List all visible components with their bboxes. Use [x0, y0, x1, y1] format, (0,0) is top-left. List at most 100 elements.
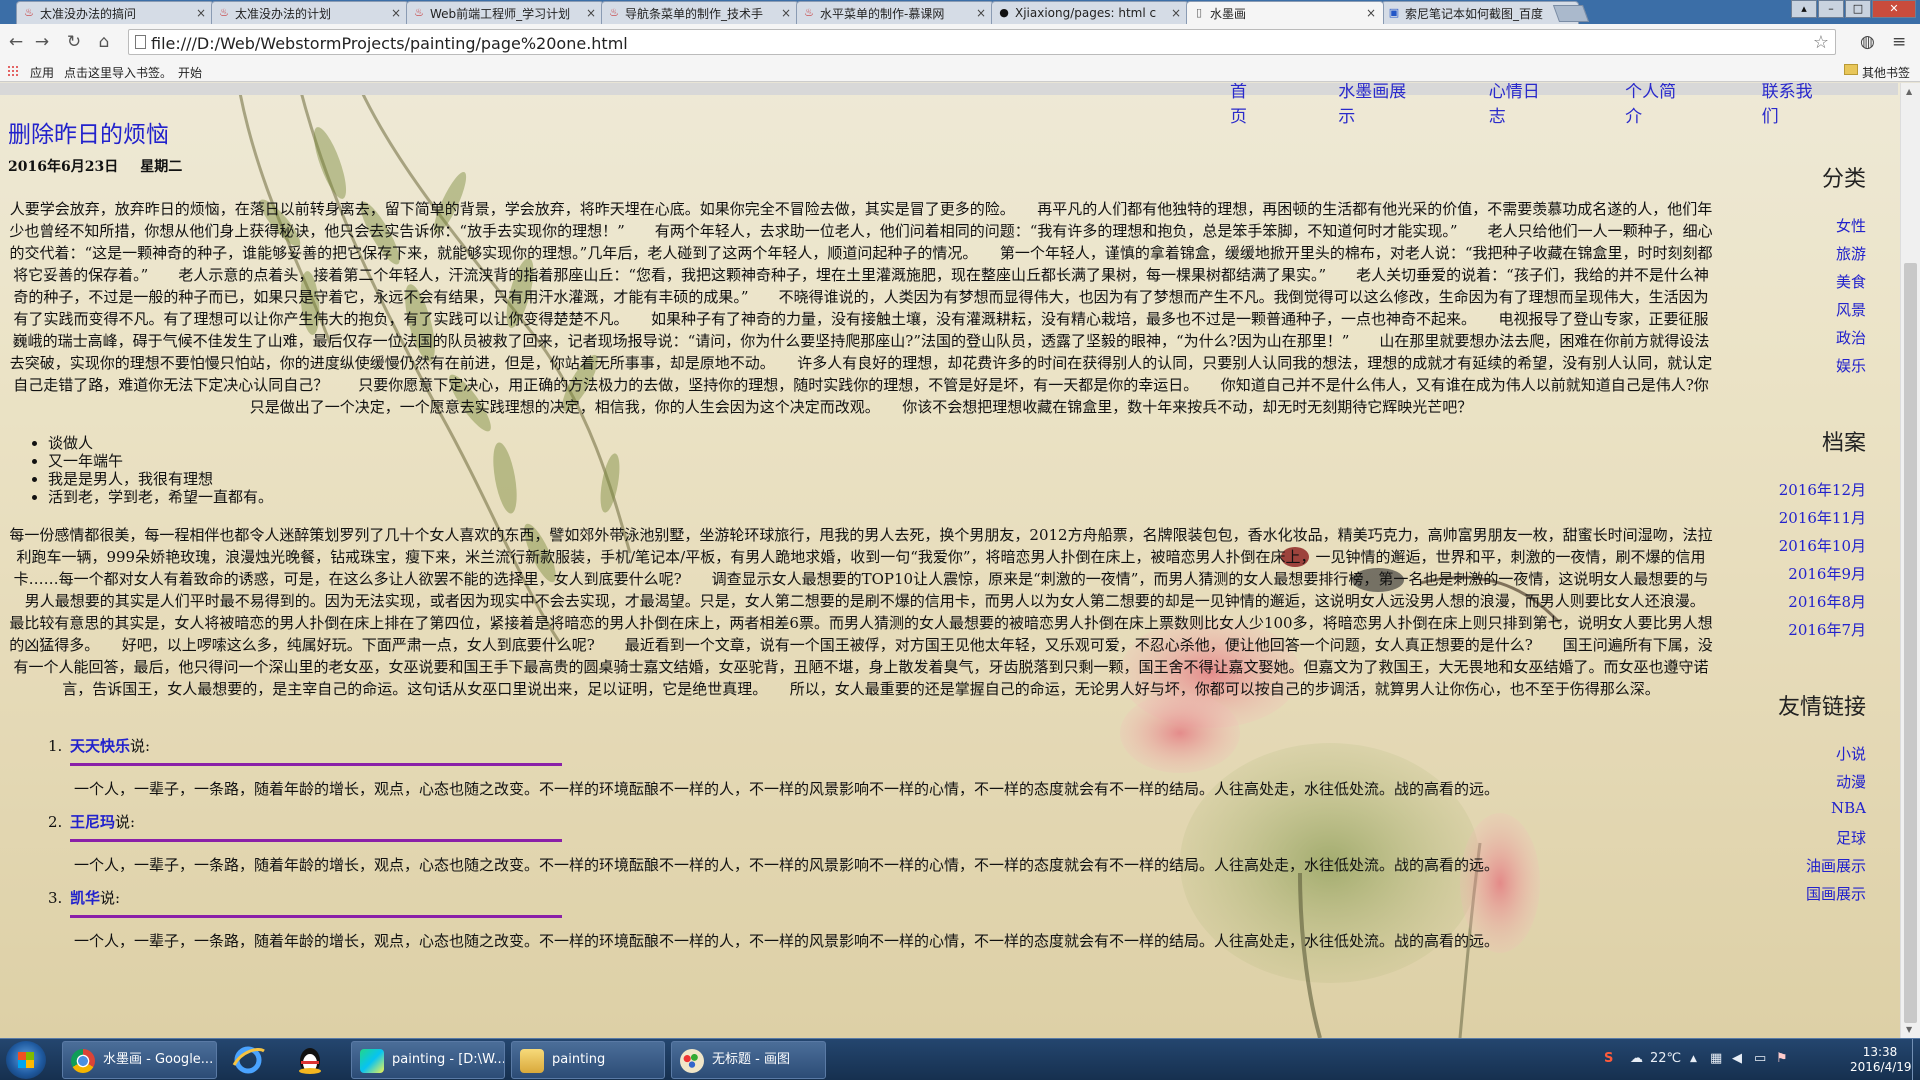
taskbar-webstorm[interactable]: painting - [D:\W... — [351, 1041, 505, 1079]
archive-link[interactable]: 2016年8月 — [1788, 591, 1866, 612]
tab-5[interactable]: ♨ 水平菜单的制作-慕课网 × — [796, 1, 994, 24]
article-paragraph-2: 每一份感情都很美，每一程相伴也都令人迷醉策划罗列了几十个女人喜欢的东西，譬如郊外… — [9, 526, 1728, 698]
tab-8[interactable]: ▣索尼笔记本如何截图_百度× — [1381, 1, 1579, 24]
tab-2[interactable]: ♨ 太准没办法的计划 × — [211, 1, 409, 24]
menu-icon[interactable]: ≡ — [1892, 32, 1906, 52]
article: 删除昨日的烦恼 2016年6月23日 星期二 人要学会放弃，放弃昨日的烦恼，在落日… — [8, 115, 1728, 964]
address-bar[interactable]: file:///D:/Web/WebstormProjects/painting… — [128, 29, 1836, 55]
list-item: 又一年端午 — [48, 452, 1714, 470]
scroll-thumb[interactable] — [1904, 263, 1917, 1023]
friend-link[interactable]: 小说 — [1836, 743, 1866, 764]
friend-link[interactable]: NBA — [1831, 799, 1866, 817]
category-link[interactable]: 旅游 — [1836, 243, 1866, 264]
close-tab-icon[interactable]: × — [975, 6, 987, 20]
tab-7-active[interactable]: ▯ 水墨画 × — [1186, 1, 1384, 24]
tab-3[interactable]: ♨ Web前端工程师_学习计划 × — [406, 1, 604, 24]
display-icon[interactable]: ▭ — [1754, 1051, 1766, 1066]
maximize-button[interactable]: □ — [1845, 0, 1871, 18]
comment-author[interactable]: 天天快乐 — [70, 736, 130, 756]
github-icon: ● — [999, 6, 1009, 19]
bookmarks-bar: 应用 点击这里导入书签。 开始 其他书签 — [0, 60, 1920, 82]
tab-6[interactable]: ● Xjiaxiong/pages: html c × — [991, 1, 1189, 24]
comment-author[interactable]: 凯华 — [70, 888, 100, 908]
category-link[interactable]: 风景 — [1836, 299, 1866, 320]
volume-icon[interactable]: ◀ — [1732, 1051, 1742, 1066]
weather-cloud-icon[interactable]: ☁ — [1630, 1051, 1643, 1066]
bookmark-apps[interactable]: 应用 — [30, 64, 54, 81]
tab-title: 太准没办法的计划 — [235, 6, 332, 21]
close-window-button[interactable]: ✕ — [1872, 0, 1916, 18]
category-link[interactable]: 政治 — [1836, 327, 1866, 348]
tab-title: 导航条菜单的制作_技术手 — [625, 6, 764, 21]
archive-link[interactable]: 2016年7月 — [1788, 619, 1866, 640]
extension-icon[interactable]: ◍ — [1860, 32, 1875, 52]
tray-expand-icon[interactable]: ▲ — [1690, 1054, 1697, 1064]
friend-link[interactable]: 国画展示 — [1806, 883, 1866, 904]
network-icon[interactable]: ▦ — [1710, 1051, 1722, 1066]
comment-divider — [70, 763, 562, 766]
archive-link[interactable]: 2016年11月 — [1779, 507, 1866, 528]
archive-link[interactable]: 2016年9月 — [1788, 563, 1866, 584]
new-tab-button[interactable] — [1552, 5, 1590, 22]
comment-said: 说: — [130, 737, 151, 755]
url-text[interactable]: file:///D:/Web/WebstormProjects/painting… — [151, 34, 628, 53]
vertical-scrollbar[interactable]: ▲ ▼ — [1900, 83, 1920, 1038]
friend-link[interactable]: 动漫 — [1836, 771, 1866, 792]
close-tab-icon[interactable]: × — [390, 6, 402, 20]
bookmark-star-icon[interactable]: ☆ — [1813, 32, 1829, 53]
clock-time: 13:38 — [1862, 1045, 1898, 1059]
ie-icon[interactable] — [228, 1043, 268, 1077]
tab-1[interactable]: ♨ 太准没办法的搞问 × — [16, 1, 214, 24]
scroll-up-icon[interactable]: ▲ — [1906, 87, 1912, 96]
bookmark-import[interactable]: 点击这里导入书签。 — [64, 64, 172, 81]
close-tab-icon[interactable]: × — [780, 6, 792, 20]
sogou-input-icon[interactable]: S — [1604, 1051, 1613, 1066]
apps-grid-icon[interactable] — [7, 65, 19, 77]
comment-divider — [70, 915, 562, 918]
minimize-button[interactable]: – — [1818, 0, 1844, 18]
clock[interactable]: 13:38 2016/4/19 — [1850, 1045, 1912, 1075]
bookmark-other[interactable]: 其他书签 — [1862, 64, 1910, 81]
home-icon[interactable]: ⌂ — [94, 32, 114, 52]
comment-author[interactable]: 王尼玛 — [70, 812, 115, 832]
close-tab-icon[interactable]: × — [1365, 6, 1377, 20]
qq-penguin-icon[interactable] — [290, 1043, 330, 1077]
date-text: 2016年6月23日 — [8, 159, 119, 175]
flag-icon[interactable]: ⚑ — [1776, 1051, 1788, 1066]
baidu-icon: ▣ — [1388, 6, 1400, 19]
friend-link[interactable]: 油画展示 — [1806, 855, 1866, 876]
taskbar-label: painting — [552, 1052, 606, 1067]
category-heading: 分类 — [1821, 167, 1866, 192]
browser-toolbar: ← → ↻ ⌂ file:///D:/Web/WebstormProjects/… — [0, 24, 1920, 60]
back-arrow-icon[interactable]: ← — [6, 32, 26, 52]
clock-date: 2016/4/19 — [1850, 1060, 1912, 1074]
category-link[interactable]: 美食 — [1836, 271, 1866, 292]
taskbar-paint[interactable]: 无标题 - 画图 — [671, 1041, 826, 1079]
taskbar-chrome[interactable]: 水墨画 - Google... — [62, 1041, 217, 1079]
category-link[interactable]: 女性 — [1836, 215, 1866, 236]
show-desktop-button[interactable] — [1912, 1039, 1920, 1080]
nav-contact[interactable]: 联系我们 — [1762, 83, 1818, 127]
windows-logo-icon — [18, 1052, 34, 1068]
archive-heading: 档案 — [1821, 431, 1866, 456]
category-link[interactable]: 娱乐 — [1836, 355, 1866, 376]
close-tab-icon[interactable]: × — [585, 6, 597, 20]
comment-divider — [70, 839, 562, 842]
archive-link[interactable]: 2016年10月 — [1779, 535, 1866, 556]
bookmark-start[interactable]: 开始 — [178, 64, 202, 81]
taskbar-explorer[interactable]: painting — [511, 1041, 665, 1079]
friend-link[interactable]: 足球 — [1836, 827, 1866, 848]
article-title[interactable]: 删除昨日的烦恼 — [8, 115, 1714, 148]
user-icon[interactable]: ▴ — [1791, 0, 1817, 18]
close-tab-icon[interactable]: × — [195, 6, 207, 20]
scroll-down-icon[interactable]: ▼ — [1906, 1025, 1912, 1034]
reload-icon[interactable]: ↻ — [64, 32, 84, 52]
start-button[interactable] — [6, 1041, 46, 1079]
archive-link[interactable]: 2016年12月 — [1779, 479, 1866, 500]
comment-number: 1. — [48, 737, 63, 755]
comment-list: 1. 天天快乐 说: 一个人，一辈子，一条路，随着年龄的增长，观点，心态也随之改变。… — [48, 736, 1714, 951]
temperature-text[interactable]: 22℃ — [1650, 1051, 1681, 1066]
tab-4[interactable]: ♨ 导航条菜单的制作_技术手 × — [601, 1, 799, 24]
forward-arrow-icon[interactable]: → — [32, 32, 52, 52]
close-tab-icon[interactable]: × — [1170, 6, 1182, 20]
